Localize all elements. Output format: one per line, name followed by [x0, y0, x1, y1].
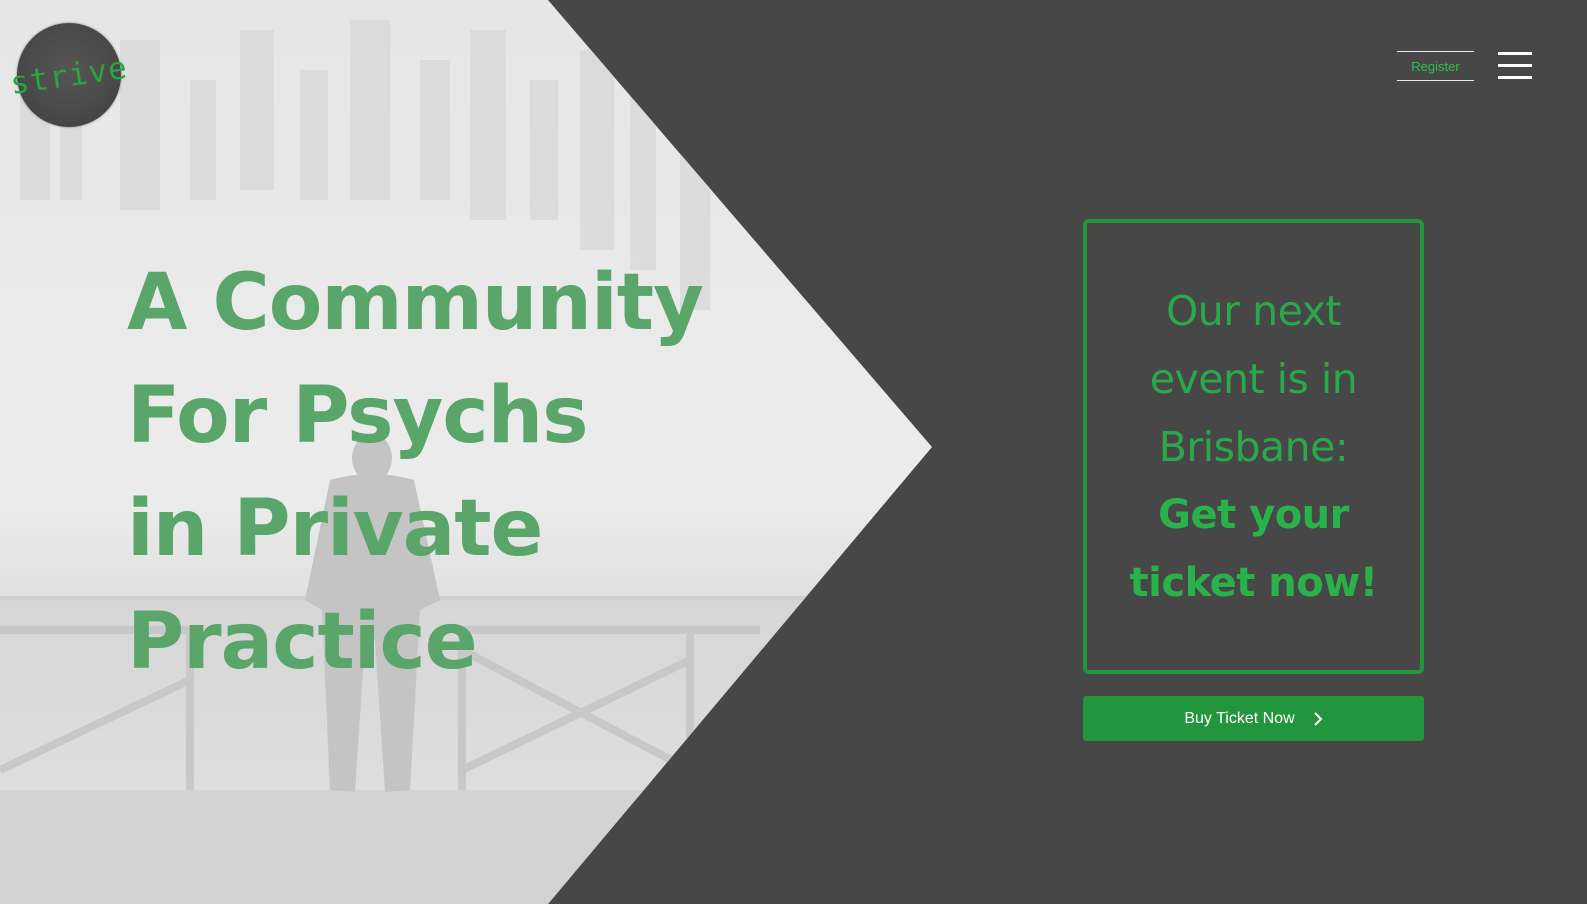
event-text-line: event is in	[1149, 354, 1358, 403]
buy-ticket-button[interactable]: Buy Ticket Now	[1083, 696, 1424, 741]
hamburger-menu-icon[interactable]	[1498, 52, 1532, 80]
next-event-card: Our next event is in Brisbane: Get your …	[1083, 219, 1424, 674]
page: strive Register A Community For Psychs i…	[0, 0, 1587, 904]
hero-headline: A Community For Psychs in Private Practi…	[127, 247, 767, 699]
menu-bar-top	[1498, 52, 1532, 55]
strive-logo[interactable]: strive	[8, 23, 130, 127]
headline-line: A Community	[127, 258, 704, 348]
menu-bar-middle	[1498, 64, 1532, 67]
event-cta-line: ticket now!	[1129, 559, 1378, 606]
event-text-line: Our next	[1166, 286, 1341, 335]
logo-text: strive	[8, 49, 130, 103]
event-text-line: Brisbane:	[1158, 422, 1349, 471]
chevron-right-icon	[1313, 711, 1323, 726]
register-link[interactable]: Register	[1397, 51, 1474, 81]
headline-line: in Private	[127, 484, 543, 574]
headline-line: For Psychs	[127, 371, 589, 461]
buy-ticket-label: Buy Ticket Now	[1184, 709, 1295, 727]
event-cta-line: Get your	[1158, 491, 1349, 538]
headline-line: Practice	[127, 597, 478, 687]
menu-bar-bottom	[1498, 76, 1532, 79]
